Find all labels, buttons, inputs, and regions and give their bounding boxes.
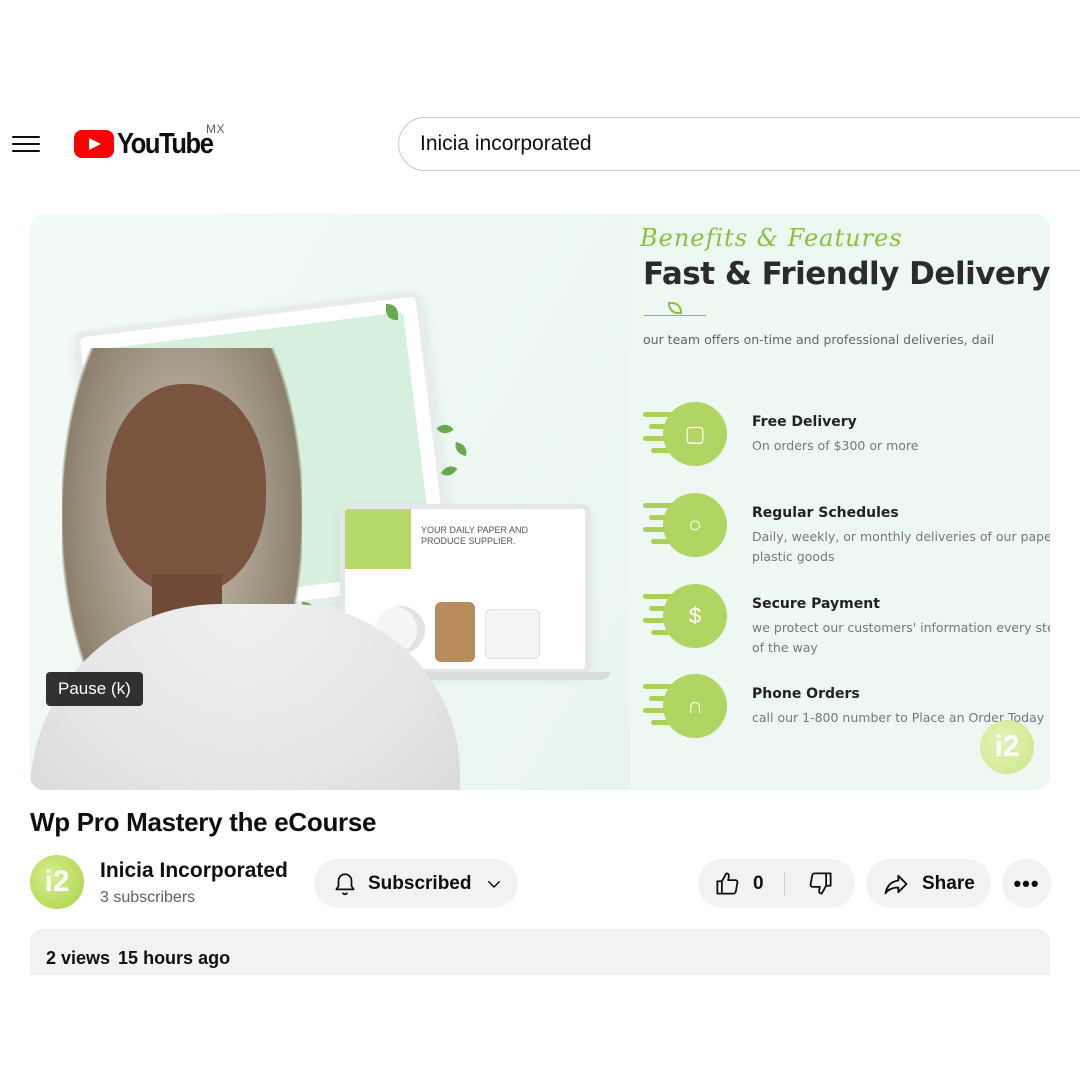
thumbs-up-icon: [716, 872, 739, 895]
tissue-box: [485, 609, 540, 659]
share-label: Share: [922, 872, 975, 894]
feature-free-delivery: ▢ Free Delivery On orders of $300 or mor…: [643, 402, 1050, 472]
channel-avatar[interactable]: i2: [30, 855, 84, 909]
feature-title: Regular Schedules: [752, 505, 899, 521]
channel-name-link[interactable]: Inicia Incorporated: [100, 859, 288, 883]
feature-desc: On orders of $300 or more: [752, 438, 919, 453]
presenter: [30, 344, 470, 790]
feature-title: Free Delivery: [752, 414, 857, 430]
more-actions-icon[interactable]: •••: [1002, 859, 1051, 908]
subscribed-button[interactable]: Subscribed: [314, 859, 518, 908]
country-code: MX: [206, 122, 225, 136]
dislike-button[interactable]: [785, 859, 855, 908]
bell-icon: [335, 872, 355, 895]
feature-regular-schedules: ○ Regular Schedules Daily, weekly, or mo…: [643, 493, 1050, 564]
channel-watermark-logo[interactable]: i2: [980, 720, 1034, 774]
hamburger-menu-icon[interactable]: [12, 132, 40, 154]
box-icon: ▢: [643, 402, 727, 466]
description-box[interactable]: 2 views 15 hours ago: [30, 929, 1050, 975]
thumbs-down-icon: [809, 872, 832, 895]
video-title: Wp Pro Mastery the eCourse: [30, 807, 377, 837]
feature-secure-payment: $ Secure Payment we protect our customer…: [643, 584, 1050, 655]
headset-icon: ∩: [643, 674, 727, 738]
search-input[interactable]: [420, 132, 1080, 156]
share-icon: [884, 874, 908, 894]
view-count: 2 views: [46, 948, 111, 968]
video-player[interactable]: YOUR DAILY PAPER AND PRODUCE SUPPLIER. B…: [30, 214, 1050, 790]
leaf-divider-icon: [644, 300, 706, 318]
feature-desc: Daily, weekly, or monthly deliveries of …: [752, 529, 1050, 564]
chevron-down-icon: [488, 880, 501, 888]
upload-date: 15 hours ago: [118, 948, 231, 968]
logo-wordmark: YouTube: [117, 127, 214, 160]
apple-icon: ○: [643, 493, 727, 557]
like-button[interactable]: 0: [698, 859, 784, 908]
slide-script-title: Benefits & Features: [640, 224, 903, 252]
subscriber-count: 3 subscribers: [100, 889, 196, 906]
like-count: 0: [753, 872, 764, 894]
slide-tagline: our team offers on-time and professional…: [643, 332, 995, 347]
search-box[interactable]: [398, 117, 1080, 171]
feature-title: Phone Orders: [752, 686, 860, 702]
pause-tooltip: Pause (k): [46, 672, 143, 706]
feature-desc: we protect our customers' information ev…: [752, 620, 1050, 655]
video-meta: 2 views 15 hours ago: [46, 948, 230, 969]
subscribed-label: Subscribed: [368, 872, 472, 894]
like-dislike-group: 0: [698, 859, 855, 908]
slide-title: Fast & Friendly Delivery: [643, 256, 1050, 292]
share-button[interactable]: Share: [866, 859, 991, 908]
money-bag-icon: $: [643, 584, 727, 648]
youtube-play-icon: [74, 130, 114, 158]
youtube-logo[interactable]: YouTube: [74, 124, 226, 164]
feature-title: Secure Payment: [752, 596, 880, 612]
